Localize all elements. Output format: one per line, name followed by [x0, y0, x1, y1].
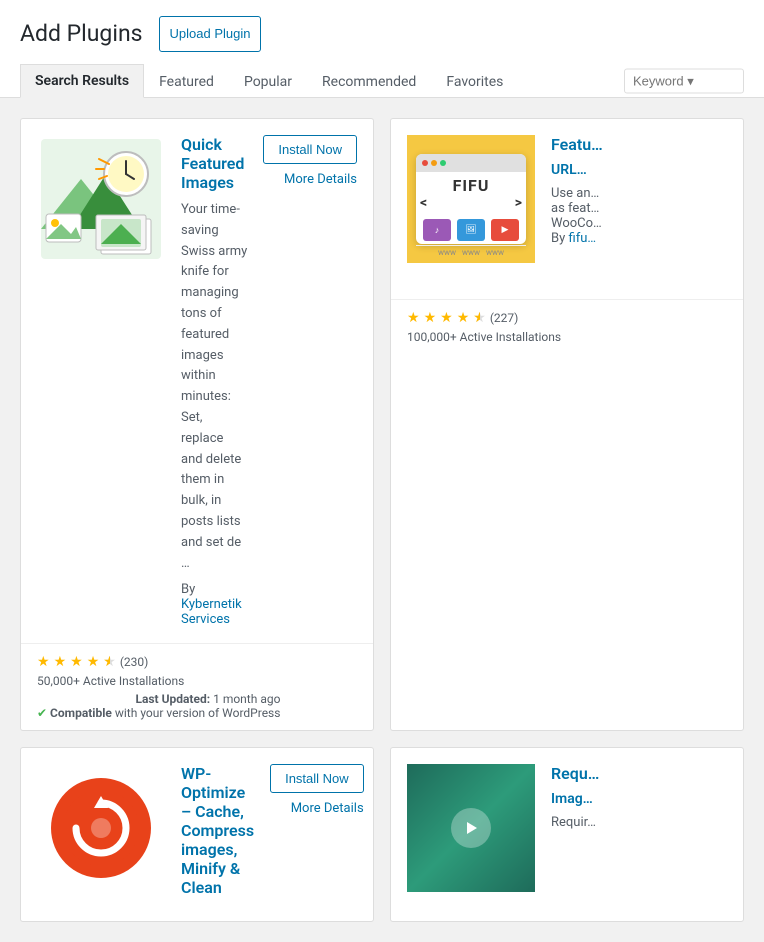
- search-input[interactable]: [624, 68, 744, 93]
- plugin-actions-quick-featured-images: Install Now More Details: [263, 135, 357, 627]
- plugin-name-requ-imag[interactable]: Requ…: [551, 764, 727, 783]
- install-button-wp-optimize[interactable]: Install Now: [270, 764, 364, 793]
- plugin-info-requ-imag: Requ… Imag… Requir…: [551, 764, 727, 892]
- plugin-info-fifu: Featu… URL… Use an… as feat… WooCo… By f…: [551, 135, 711, 283]
- plugin-desc-fifu: Use an…: [551, 186, 711, 201]
- tab-favorites[interactable]: Favorites: [431, 65, 518, 98]
- plugin-card-wp-optimize: WP-Optimize – Cache, Compress images, Mi…: [20, 747, 374, 922]
- plugin-actions-wp-optimize: Install Now More Details: [270, 764, 364, 905]
- compatible-quick-featured-images: ✔ Compatible with your version of WordPr…: [37, 706, 280, 720]
- plugin-footer-quick-featured-images: ★ ★ ★ ★ ★★ (230) 50,000+ Active Installa…: [21, 643, 373, 730]
- rating-stars-fifu: ★ ★ ★ ★ ★★ (227): [407, 310, 561, 326]
- plugin-icon-requ-imag: [407, 764, 535, 892]
- plugins-grid: Quick Featured Images Your time-saving S…: [0, 98, 764, 942]
- plugin-name-fifu[interactable]: Featu…: [551, 135, 711, 154]
- tab-featured[interactable]: Featured: [144, 65, 229, 98]
- plugin-name-imag[interactable]: Imag…: [551, 791, 727, 807]
- plugin-desc-fifu-3: WooCo…: [551, 216, 711, 231]
- star-3: ★: [70, 654, 83, 670]
- plugin-name-wp-optimize[interactable]: WP-Optimize – Cache, Compress images, Mi…: [181, 764, 254, 897]
- last-updated-quick-featured-images: Last Updated: 1 month ago: [37, 692, 280, 706]
- star-5-half-fifu: ★★: [473, 310, 486, 326]
- star-1: ★: [407, 310, 420, 326]
- plugin-author-link-fifu[interactable]: fifu…: [568, 231, 596, 246]
- star-2: ★: [424, 310, 437, 326]
- star-2: ★: [54, 654, 67, 670]
- star-3: ★: [440, 310, 453, 326]
- rating-stars-quick-featured-images: ★ ★ ★ ★ ★★ (230): [37, 654, 184, 670]
- more-details-link-wp-optimize[interactable]: More Details: [291, 801, 364, 816]
- plugin-author-quick-featured-images: By Kybernetik Services: [181, 582, 247, 627]
- plugin-info-wp-optimize: WP-Optimize – Cache, Compress images, Mi…: [181, 764, 254, 905]
- more-details-link-quick-featured-images[interactable]: More Details: [284, 172, 357, 187]
- plugin-icon-wp-optimize: [37, 764, 165, 892]
- plugin-card-fifu: FIFU < > ♪ 🖼: [390, 118, 744, 731]
- active-installs-quick-featured-images: 50,000+ Active Installations: [37, 674, 184, 688]
- plugin-footer-fifu: ★ ★ ★ ★ ★★ (227) 100,000+ Active Install…: [391, 299, 743, 354]
- tab-recommended[interactable]: Recommended: [307, 65, 431, 98]
- star-5-half: ★★: [103, 654, 116, 670]
- star-1: ★: [37, 654, 50, 670]
- plugin-icon-fifu: FIFU < > ♪ 🖼: [407, 135, 535, 263]
- install-button-quick-featured-images[interactable]: Install Now: [263, 135, 357, 164]
- upload-plugin-button[interactable]: Upload Plugin: [159, 16, 262, 52]
- footer-right-quick-featured-images: Last Updated: 1 month ago ✔ Compatible w…: [37, 692, 280, 720]
- plugin-desc-quick-featured-images: Your time-saving Swiss army knife for ma…: [181, 200, 247, 574]
- plugin-card-quick-featured-images: Quick Featured Images Your time-saving S…: [20, 118, 374, 731]
- play-icon: [451, 808, 491, 848]
- plugin-author-fifu: By fifu…: [551, 231, 711, 246]
- plugin-card-requ-imag: Requ… Imag… Requir…: [390, 747, 744, 922]
- tab-popular[interactable]: Popular: [229, 65, 307, 98]
- plugin-desc-fifu-2: as feat…: [551, 201, 711, 216]
- plugin-name-fifu-url[interactable]: URL…: [551, 162, 711, 178]
- plugin-info-quick-featured-images: Quick Featured Images Your time-saving S…: [181, 135, 247, 627]
- tab-search-results[interactable]: Search Results: [20, 64, 144, 98]
- star-4: ★: [87, 654, 100, 670]
- plugin-name-quick-featured-images[interactable]: Quick Featured Images: [181, 135, 247, 192]
- plugin-desc-requ-imag: Requir…: [551, 815, 727, 830]
- star-4: ★: [457, 310, 470, 326]
- page-header: Add Plugins Upload Plugin Search Results…: [0, 0, 764, 98]
- rating-count-fifu: (227): [490, 311, 519, 325]
- active-installs-fifu: 100,000+ Active Installations: [407, 330, 561, 344]
- plugin-author-link-quick-featured-images[interactable]: Kybernetik Services: [181, 597, 242, 627]
- plugin-icon-quick-featured-images: [37, 135, 165, 263]
- rating-count-quick-featured-images: (230): [120, 655, 149, 669]
- page-title: Add Plugins: [20, 19, 143, 49]
- search-box-area: [624, 68, 744, 93]
